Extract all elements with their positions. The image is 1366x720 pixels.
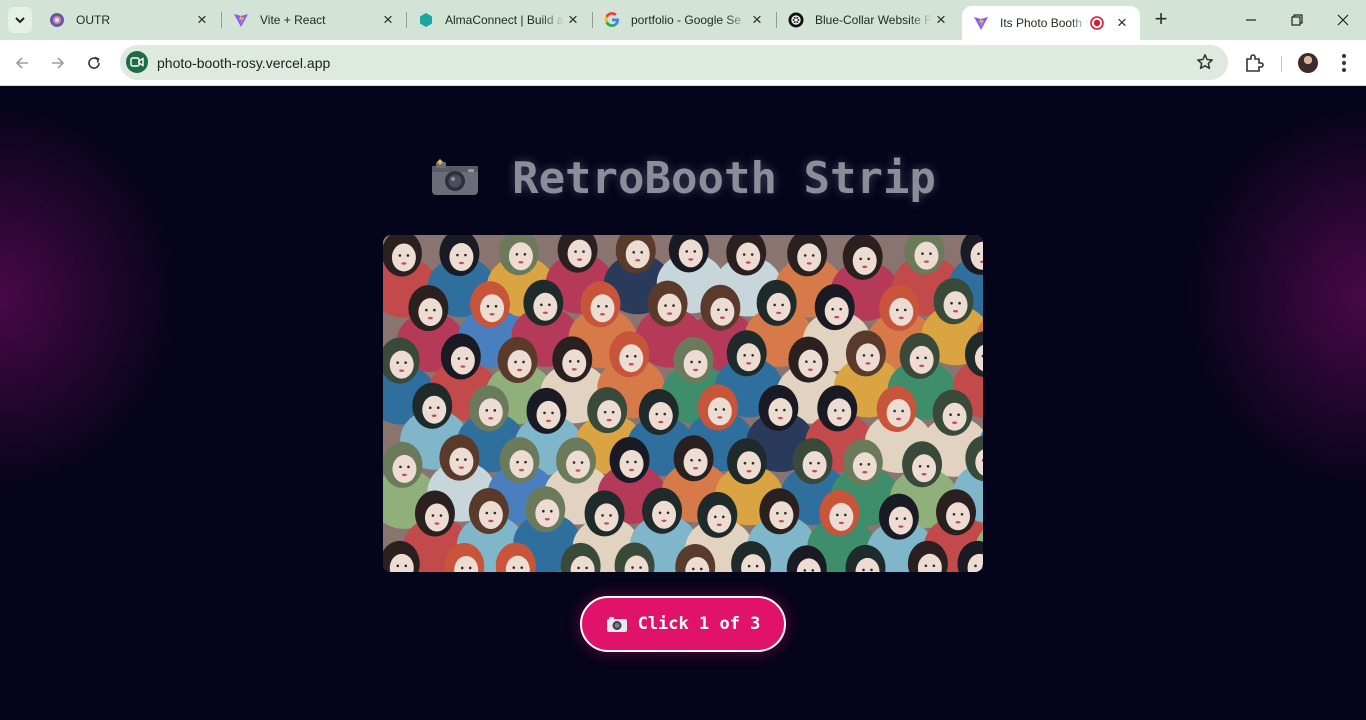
tab-title: Vite + React: [260, 13, 326, 27]
address-bar[interactable]: photo-booth-rosy.vercel.app: [120, 45, 1228, 80]
tab-outr[interactable]: OUTR ×: [38, 0, 220, 40]
toolbar-divider: [1281, 56, 1282, 72]
browser-toolbar: photo-booth-rosy.vercel.app: [0, 40, 1366, 86]
close-tab-icon[interactable]: ×: [749, 11, 765, 28]
close-tab-icon[interactable]: ×: [1114, 14, 1130, 31]
tab-google-search[interactable]: portfolio - Google Se ×: [593, 0, 775, 40]
page-title-text: RetroBooth Strip: [512, 153, 936, 204]
outr-favicon-icon: [49, 12, 65, 28]
video-camera-icon: [130, 57, 144, 67]
extensions-puzzle-icon[interactable]: [1243, 52, 1265, 74]
tab-search-button[interactable]: [8, 7, 32, 33]
tab-almaconnect[interactable]: AlmaConnect | Build a ×: [407, 0, 591, 40]
tab-title: Its Photo Booth ti: [1000, 16, 1088, 30]
site-info-button[interactable]: [126, 51, 148, 73]
bookmark-star-icon[interactable]: [1196, 53, 1214, 71]
tab-title: AlmaConnect | Build a: [445, 13, 564, 27]
camera-preview: [383, 235, 983, 572]
arrow-left-icon: [15, 57, 28, 69]
close-tab-icon[interactable]: ×: [565, 11, 581, 28]
tab-photo-booth[interactable]: Its Photo Booth ti ×: [962, 6, 1140, 40]
close-icon: [1337, 14, 1349, 26]
capture-button-label: Click 1 of 3: [637, 614, 761, 634]
openai-favicon-icon: [788, 12, 804, 28]
new-tab-button[interactable]: +: [1150, 8, 1172, 31]
tab-blue-collar[interactable]: Blue-Collar Website F ×: [777, 0, 959, 40]
menu-dot: [1342, 68, 1346, 72]
close-window-button[interactable]: [1320, 0, 1366, 40]
capture-photo-button[interactable]: Click 1 of 3: [580, 596, 786, 652]
tab-title: Blue-Collar Website F: [815, 13, 932, 27]
webcam-feed-image: [383, 235, 983, 572]
almaconnect-favicon-icon: [418, 12, 434, 28]
url-text: photo-booth-rosy.vercel.app: [157, 55, 331, 71]
menu-dot: [1342, 54, 1346, 58]
page-title: RetroBooth Strip: [0, 153, 1366, 204]
close-tab-icon[interactable]: ×: [380, 11, 396, 28]
menu-dot: [1342, 61, 1346, 65]
tab-title: portfolio - Google Se: [631, 13, 742, 27]
vite-favicon-icon: [233, 12, 249, 28]
reload-button[interactable]: [82, 51, 106, 75]
back-button[interactable]: [10, 51, 34, 75]
camera-icon: [606, 617, 627, 632]
vite-favicon-icon: [973, 15, 989, 31]
restore-icon: [1291, 14, 1303, 26]
reload-icon: [88, 56, 100, 69]
more-menu-button[interactable]: [1334, 52, 1354, 74]
google-favicon-icon: [604, 12, 620, 28]
recording-indicator-icon: [1090, 16, 1104, 30]
photo-booth-page: RetroBooth Strip Click 1 of 3: [0, 87, 1366, 720]
minimize-button[interactable]: [1228, 0, 1274, 40]
tab-strip: OUTR × Vite + React × AlmaConnect | Buil…: [0, 0, 1366, 40]
minimize-icon: [1246, 19, 1256, 21]
restore-button[interactable]: [1274, 0, 1320, 40]
forward-button[interactable]: [46, 51, 70, 75]
close-tab-icon[interactable]: ×: [194, 11, 210, 28]
chevron-down-icon: [15, 17, 25, 24]
tab-title: OUTR: [76, 13, 110, 27]
camera-icon: [432, 159, 479, 195]
tab-vite-react[interactable]: Vite + React ×: [222, 0, 406, 40]
profile-avatar[interactable]: [1298, 53, 1318, 73]
close-tab-icon[interactable]: ×: [933, 11, 949, 28]
arrow-right-icon: [52, 57, 65, 69]
